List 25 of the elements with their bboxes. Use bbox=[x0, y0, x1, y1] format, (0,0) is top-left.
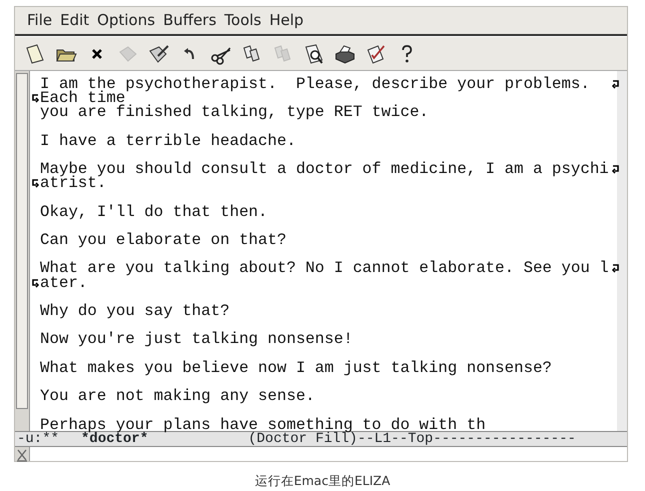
line-wrap-icon bbox=[31, 278, 39, 288]
scrollbar-thumb[interactable] bbox=[16, 73, 28, 409]
line-wrap-icon bbox=[31, 179, 39, 188]
text-line: You are not making any sense. bbox=[40, 387, 315, 406]
text-line: Can you elaborate on that? bbox=[40, 231, 286, 250]
mode-line-text: (Doctor Fill)--L1--Top----------------- bbox=[248, 432, 576, 446]
menu-item[interactable]: Tools bbox=[220, 6, 266, 35]
text-line: Perhaps your plans have something to do with th bbox=[40, 416, 486, 434]
menu-item[interactable]: Buffers bbox=[159, 6, 220, 35]
menu-item[interactable]: Options bbox=[93, 6, 160, 35]
text-line: atrist. bbox=[40, 174, 106, 192]
text-line: I have a terrible headache. bbox=[40, 132, 296, 150]
menu-item[interactable]: Help bbox=[265, 6, 308, 35]
caption: 运行在Emac里的ELIZA bbox=[254, 472, 392, 490]
scrollbar[interactable] bbox=[15, 71, 30, 431]
menu-item[interactable]: Edit bbox=[56, 6, 94, 35]
line-wrap-icon bbox=[31, 94, 39, 104]
mode-line-text: *doctor* bbox=[81, 432, 148, 446]
mode-line-text: -u:** bbox=[17, 432, 60, 446]
text-line: Why do you say that? bbox=[40, 302, 230, 320]
text-line: Okay, I'll do that then. bbox=[40, 202, 268, 221]
scroll-arrow-icon[interactable] bbox=[16, 448, 28, 462]
text-line: What makes you believe now I am just talking nonsense? bbox=[40, 358, 552, 377]
text-line: Now you're just talking nonsense! bbox=[40, 330, 353, 348]
menu-item[interactable]: File bbox=[23, 6, 56, 35]
